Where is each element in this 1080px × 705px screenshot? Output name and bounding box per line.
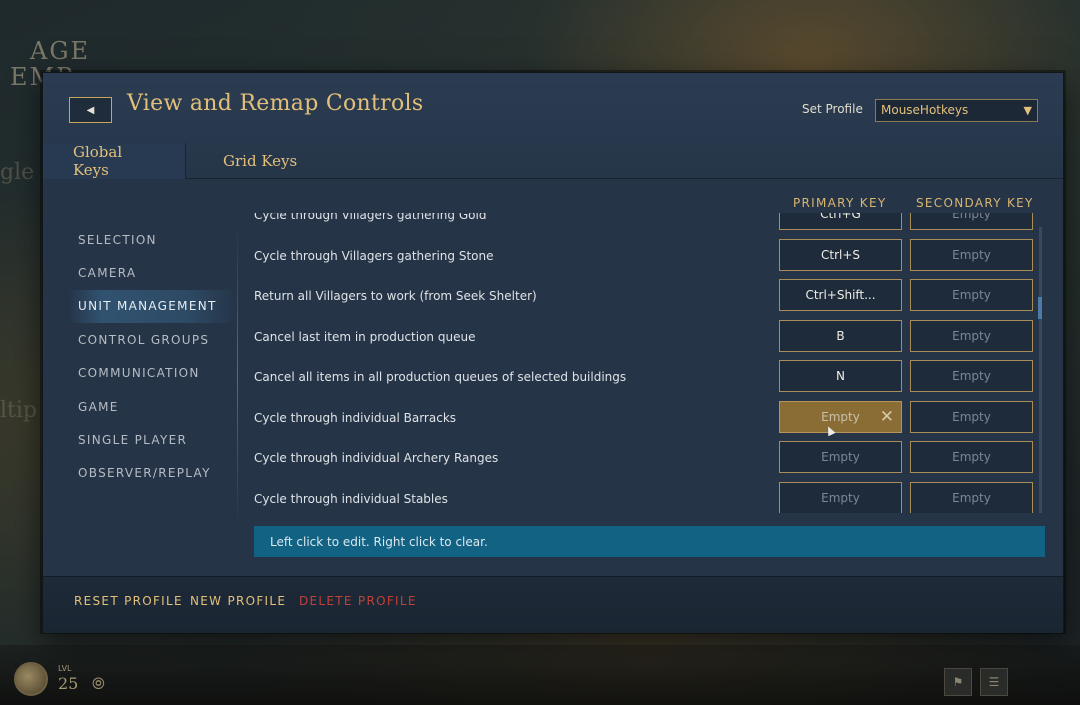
secondary-key-button[interactable]: Empty xyxy=(910,441,1033,473)
primary-key-button[interactable]: Empty ✕ xyxy=(779,400,902,436)
hud-level: 25 xyxy=(58,674,79,693)
hint-bar: Left click to edit. Right click to clear… xyxy=(254,526,1045,557)
keybinding-row: Cancel last item in production queue B E… xyxy=(243,317,1043,358)
keybinding-row: Return all Villagers to work (from Seek … xyxy=(243,276,1043,317)
secondary-key-button[interactable]: Empty xyxy=(910,279,1033,311)
action-label: Cycle through Villagers gathering Gold xyxy=(254,213,487,223)
action-label: Cycle through Villagers gathering Stone xyxy=(254,248,494,263)
keybinding-row-selected: Cycle through individual Barracks Empty … xyxy=(243,398,1043,439)
chevron-down-icon: ▼ xyxy=(1023,104,1032,117)
action-label: Cycle through individual Barracks xyxy=(254,410,457,425)
reset-profile-button[interactable]: RESET PROFILE xyxy=(74,594,183,608)
primary-key-button[interactable]: Ctrl+G xyxy=(779,213,902,230)
primary-key-button[interactable]: Ctrl+S xyxy=(779,238,902,271)
mouse-cursor-icon xyxy=(824,424,836,436)
category-control-groups[interactable]: CONTROL GROUPS xyxy=(68,323,238,356)
list-scrollbar[interactable] xyxy=(1039,227,1042,513)
primary-key-button[interactable]: N xyxy=(779,360,902,392)
primary-key-button[interactable]: Ctrl+Shift... xyxy=(779,279,902,311)
key-value: Empty xyxy=(821,409,860,424)
category-nav: SELECTION CAMERA UNIT MANAGEMENT CONTROL… xyxy=(68,223,238,490)
action-label: Cancel last item in production queue xyxy=(254,329,476,344)
secondary-key-button[interactable]: Empty xyxy=(910,400,1033,433)
player-emblem-icon[interactable] xyxy=(14,662,48,696)
keybinding-row: Cycle through individual Stables Empty E… xyxy=(243,479,1043,513)
keybinding-list[interactable]: Cycle through Villagers gathering Gold C… xyxy=(243,213,1043,513)
background-text-2: ltip xyxy=(0,398,37,423)
keybinding-row: Cycle through Villagers gathering Gold C… xyxy=(243,213,1043,236)
hint-text: Left click to edit. Right click to clear… xyxy=(270,534,488,549)
keybinding-row: Cycle through Villagers gathering Stone … xyxy=(243,236,1043,277)
back-arrow-icon: ◀ xyxy=(86,104,95,116)
category-camera[interactable]: CAMERA xyxy=(68,256,238,289)
background-text-1: gle xyxy=(0,160,35,185)
secondary-key-button[interactable]: Empty xyxy=(910,213,1033,230)
clear-icon[interactable]: ✕ xyxy=(880,407,894,427)
tab-global-keys[interactable]: Global Keys xyxy=(43,143,186,179)
category-single-player[interactable]: SINGLE PLAYER xyxy=(68,423,238,456)
keybinding-row: Cycle through individual Archery Ranges … xyxy=(243,438,1043,479)
tab-label: Global Keys xyxy=(73,143,123,179)
action-label: Cancel all items in all production queue… xyxy=(254,370,627,385)
profile-value: MouseHotkeys xyxy=(881,103,969,117)
tab-label: Grid Keys xyxy=(223,152,298,170)
category-selection[interactable]: SELECTION xyxy=(68,223,238,256)
logo-line-1: AGE xyxy=(30,37,91,65)
secondary-key-button[interactable]: Empty xyxy=(910,481,1033,513)
keybinding-row: Cancel all items in all production queue… xyxy=(243,357,1043,398)
hud-level-label: LVL xyxy=(58,664,72,673)
dialog-footer: RESET PROFILE NEW PROFILE DELETE PROFILE xyxy=(43,576,1063,633)
nav-divider xyxy=(237,223,238,528)
scrollbar-thumb[interactable] xyxy=(1038,297,1042,319)
secondary-key-button[interactable]: Empty xyxy=(910,360,1033,392)
set-profile-label: Set Profile xyxy=(802,102,863,116)
remap-controls-dialog: ◀ View and Remap Controls Set Profile Mo… xyxy=(42,72,1064,633)
dialog-title: View and Remap Controls xyxy=(127,91,424,116)
new-profile-button[interactable]: NEW PROFILE xyxy=(190,594,286,608)
category-game[interactable]: GAME xyxy=(68,390,238,423)
secondary-key-button[interactable]: Empty xyxy=(910,238,1033,271)
dialog-header: ◀ View and Remap Controls Set Profile Mo… xyxy=(43,73,1063,179)
category-communication[interactable]: COMMUNICATION xyxy=(68,357,238,390)
hud-flag-icon[interactable]: ⚑ xyxy=(944,668,972,696)
primary-key-button[interactable]: B xyxy=(779,319,902,352)
secondary-key-header: SECONDARY KEY xyxy=(916,196,1034,210)
category-unit-management[interactable]: UNIT MANAGEMENT xyxy=(68,289,238,324)
back-button[interactable]: ◀ xyxy=(69,97,112,123)
action-label: Cycle through individual Stables xyxy=(254,491,448,506)
hud-chat-icon[interactable]: ☰ xyxy=(980,668,1008,696)
primary-key-header: PRIMARY KEY xyxy=(793,196,887,210)
delete-profile-button[interactable]: DELETE PROFILE xyxy=(299,594,417,608)
connection-icon: ⦾ xyxy=(92,674,105,693)
primary-key-button[interactable]: Empty xyxy=(779,441,902,473)
action-label: Return all Villagers to work (from Seek … xyxy=(254,289,537,304)
secondary-key-button[interactable]: Empty xyxy=(910,319,1033,352)
primary-key-button[interactable]: Empty xyxy=(779,481,902,513)
bottom-hud xyxy=(0,645,1080,705)
tab-grid-keys[interactable]: Grid Keys xyxy=(193,143,327,179)
profile-dropdown[interactable]: MouseHotkeys ▼ xyxy=(875,99,1038,122)
action-label: Cycle through individual Archery Ranges xyxy=(254,451,499,466)
category-observer-replay[interactable]: OBSERVER/REPLAY xyxy=(68,457,238,490)
